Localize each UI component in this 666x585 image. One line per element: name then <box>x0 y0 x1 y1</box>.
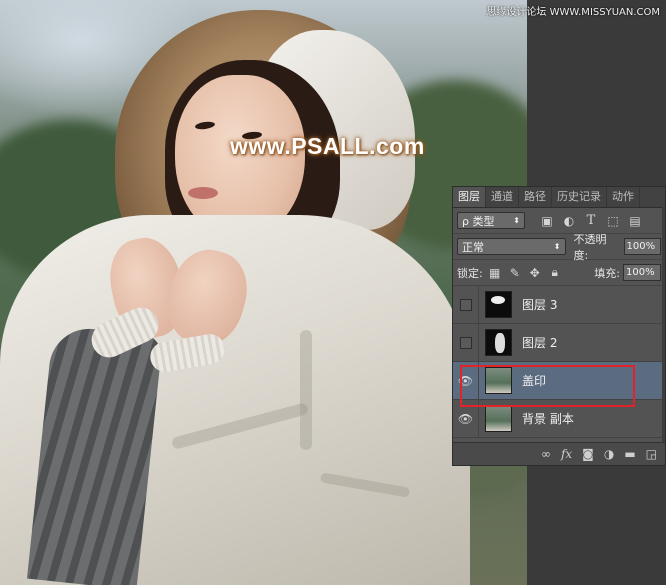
layer-name: 背景 副本 <box>522 412 574 426</box>
panel-footer: ∞ fx ◙ ◑ ▬ ◲ <box>453 442 665 465</box>
type-filter-icon[interactable]: T <box>583 213 599 229</box>
selected-layer-highlight <box>460 365 635 407</box>
layer-thumbnail <box>485 291 512 318</box>
blend-row: 正常 ⬍ 不透明度: 100% <box>453 232 665 262</box>
new-layer-icon[interactable]: ◲ <box>646 447 657 461</box>
adjustment-filter-icon[interactable]: ◐ <box>561 213 577 229</box>
layer-thumbnail <box>485 329 512 356</box>
hidden-box-icon <box>459 298 472 311</box>
lock-row: 锁定: ▦ ✎ ✥ 🔒︎ 填充: 100% <box>453 260 665 286</box>
layer-name: 图层 3 <box>522 298 558 312</box>
link-icon[interactable]: ∞ <box>541 447 551 461</box>
panel-tabs: 图层 通道 路径 历史记录 动作 <box>453 187 665 208</box>
lock-paint-icon[interactable]: ✎ <box>507 265 523 281</box>
layers-panel: 图层 通道 路径 历史记录 动作 ρ 类型 ⬍ ▣ ◐ T ⬚ ▤ 正常 ⬍ 不… <box>452 186 666 466</box>
shape-filter-icon[interactable]: ⬚ <box>605 213 621 229</box>
layers-scrollbar[interactable] <box>662 207 665 443</box>
visibility-toggle[interactable] <box>453 323 479 362</box>
fill-input[interactable]: 100% <box>623 264 661 281</box>
photo-canvas: www.PSALL.com <box>0 0 527 585</box>
layer-name: 图层 2 <box>522 336 558 350</box>
tab-layers[interactable]: 图层 <box>453 187 486 207</box>
lock-label: 锁定: <box>457 266 483 280</box>
filter-type-label: ρ 类型 <box>462 214 495 228</box>
smart-object-filter-icon[interactable]: ▤ <box>627 213 643 229</box>
folder-icon[interactable]: ▬ <box>624 447 635 461</box>
opacity-label: 不透明度: <box>573 232 607 262</box>
lock-position-icon[interactable]: ✥ <box>527 265 543 281</box>
opacity-input[interactable]: 100% <box>623 238 661 255</box>
eye-icon: 👁︎ <box>457 411 474 426</box>
lock-transparent-icon[interactable]: ▦ <box>487 265 503 281</box>
watermark-missyuan: 思缘设计论坛 WWW.MISSYUAN.COM <box>486 7 660 18</box>
tab-history[interactable]: 历史记录 <box>552 187 607 207</box>
fx-icon[interactable]: fx <box>561 447 572 461</box>
watermark-psall: www.PSALL.com <box>230 133 425 159</box>
stepper-icon: ⬍ <box>553 242 561 251</box>
hidden-box-icon <box>459 336 472 349</box>
tab-actions[interactable]: 动作 <box>607 187 640 207</box>
tab-paths[interactable]: 路径 <box>519 187 552 207</box>
image-filter-icon[interactable]: ▣ <box>539 213 555 229</box>
coat-fold <box>300 330 312 450</box>
filter-type-select[interactable]: ρ 类型 ⬍ <box>457 212 525 229</box>
visibility-toggle[interactable] <box>453 285 479 324</box>
blend-mode-value: 正常 <box>462 240 484 254</box>
filter-row: ρ 类型 ⬍ ▣ ◐ T ⬚ ▤ <box>453 208 665 234</box>
layer-thumbnail <box>485 405 512 432</box>
fill-label: 填充: <box>594 266 620 280</box>
adjustment-icon[interactable]: ◑ <box>604 447 614 461</box>
tab-channels[interactable]: 通道 <box>486 187 519 207</box>
lips <box>188 187 218 199</box>
lock-all-icon[interactable]: 🔒︎ <box>547 265 563 281</box>
mask-icon[interactable]: ◙ <box>582 447 594 461</box>
layer-row[interactable]: 图层 2 <box>453 323 665 362</box>
stepper-icon: ⬍ <box>513 216 520 225</box>
blend-mode-select[interactable]: 正常 ⬍ <box>457 238 566 255</box>
layer-row[interactable]: 图层 3 <box>453 285 665 324</box>
